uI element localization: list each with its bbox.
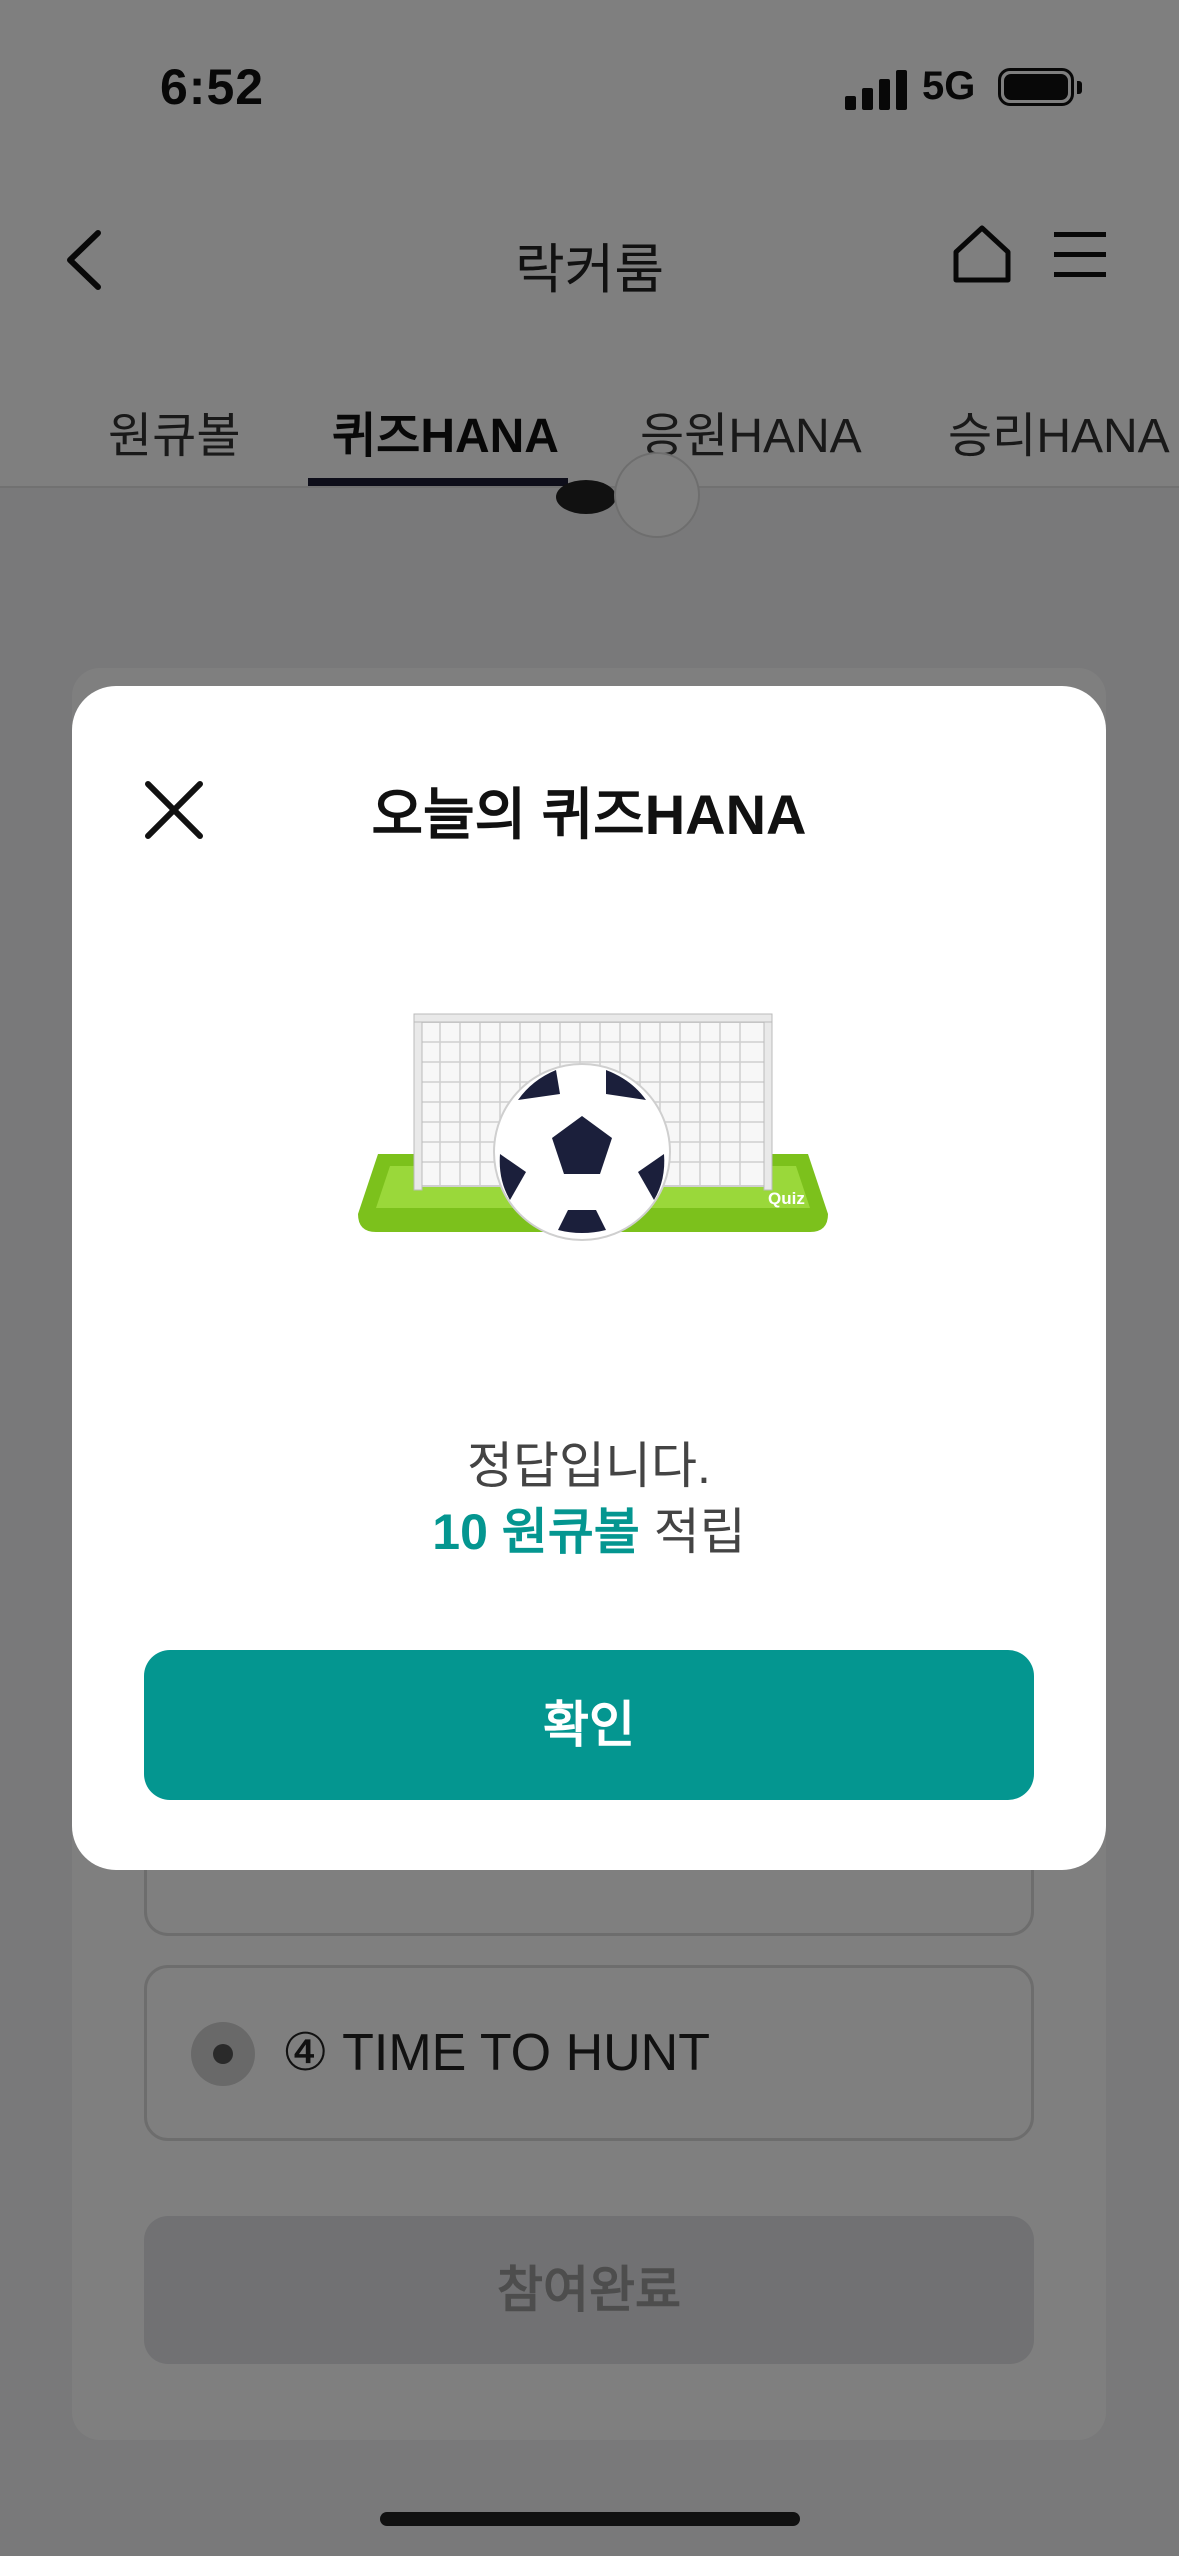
confirm-button[interactable]: 확인 [144, 1650, 1034, 1800]
quiz-result-modal: 오늘의 퀴즈HANA Quiz 정답입니다. 10 원큐볼 적립 확인 [72, 686, 1106, 1870]
reward-suffix: 적립 [639, 1504, 746, 1560]
result-message: 정답입니다. [467, 1438, 711, 1494]
reward-message: 10 원큐볼 적립 [72, 1492, 1106, 1564]
reward-amount: 10 원큐볼 [432, 1504, 640, 1560]
home-indicator[interactable] [380, 2512, 800, 2526]
soccer-goal-illustration: Quiz [358, 1013, 828, 1241]
quiz-logo-text: Quiz [768, 1189, 805, 1208]
modal-title: 오늘의 퀴즈HANA [371, 783, 807, 846]
